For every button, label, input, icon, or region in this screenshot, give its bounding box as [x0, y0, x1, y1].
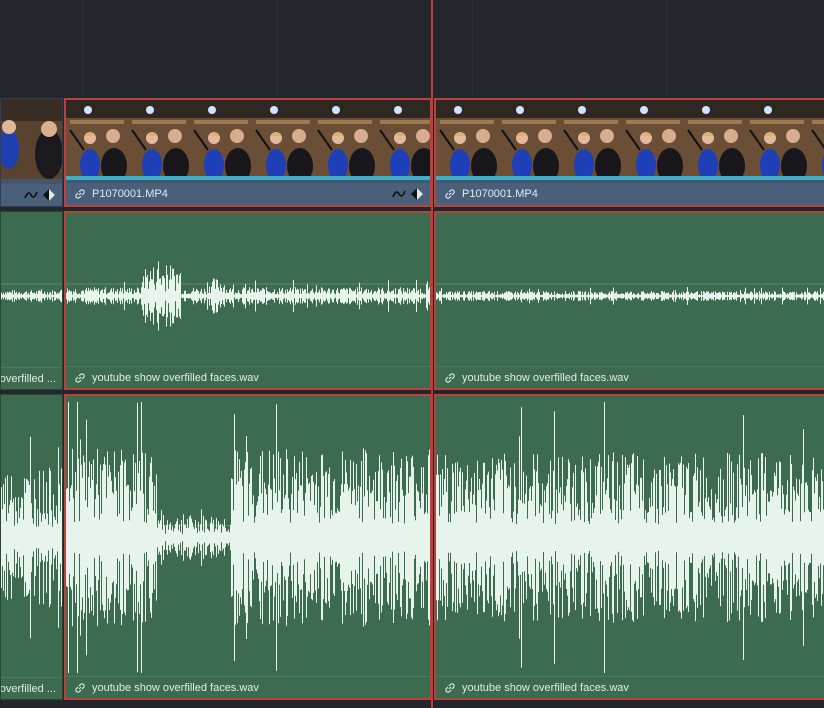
thumbnail-frame — [746, 100, 808, 180]
thumbnail-strip — [436, 100, 824, 180]
audio-clip-1[interactable]: youtube show overfilled faces.wav — [64, 394, 432, 700]
thumbnail-strip — [66, 100, 430, 180]
thumbnail-frame — [252, 100, 314, 180]
video-clip-footer — [1, 184, 62, 206]
keyframe-diamond-icon[interactable] — [410, 187, 424, 201]
clip-name: youtube show overfilled faces.wav — [92, 682, 259, 694]
link-icon — [75, 373, 85, 383]
video-thumbnails — [436, 100, 824, 180]
audio-waveform — [66, 261, 430, 331]
thumbnail-frame — [128, 100, 190, 180]
thumbnail-frame — [436, 100, 498, 180]
curve-icon[interactable] — [392, 187, 406, 201]
clip-name: overfilled ... — [0, 683, 56, 695]
audio-clip-footer: youtube show overfilled faces.wav — [66, 676, 430, 698]
link-icon — [445, 373, 455, 383]
link-icon — [75, 683, 85, 693]
link-icon — [445, 683, 455, 693]
clip-name: youtube show overfilled faces.wav — [462, 372, 629, 384]
clip-name: youtube show overfilled faces.wav — [462, 682, 629, 694]
audio-clip-1[interactable]: youtube show overfilled faces.wav — [64, 211, 432, 390]
thumbnail-frame — [498, 100, 560, 180]
link-icon — [445, 189, 455, 199]
audio-clip-partial[interactable]: overfilled ... — [0, 394, 63, 700]
thumbnail-frame — [684, 100, 746, 180]
audio-waveform — [1, 436, 62, 639]
audio-waveform — [436, 402, 824, 673]
audio-clip-footer: youtube show overfilled faces.wav — [436, 676, 824, 698]
keyframe-diamond-icon[interactable] — [42, 188, 56, 202]
audio-clip-2[interactable]: youtube show overfilled faces.wav — [434, 211, 824, 390]
audio-clip-footer: youtube show overfilled faces.wav — [66, 366, 430, 388]
audio-clip-2[interactable]: youtube show overfilled faces.wav — [434, 394, 824, 700]
thumbnail-frame — [622, 100, 684, 180]
video-clip-partial[interactable] — [0, 98, 63, 207]
audio-waveform — [1, 283, 62, 303]
thumbnail-frame — [314, 100, 376, 180]
thumbnail-frame — [66, 100, 128, 180]
audio-clip-footer: youtube show overfilled faces.wav — [436, 366, 824, 388]
audio-waveform — [436, 283, 824, 305]
clip-name: P1070001.MP4 — [462, 188, 538, 200]
clip-name: overfilled ... — [0, 373, 56, 385]
thumbnail-frame — [808, 100, 824, 180]
video-clip-footer: P1070001.MP4 — [66, 183, 430, 205]
audio-clip-footer: overfilled ... — [1, 367, 62, 389]
playhead[interactable] — [431, 0, 433, 708]
clip-name: youtube show overfilled faces.wav — [92, 372, 259, 384]
thumbnail-frame — [376, 100, 430, 180]
video-thumbnails — [1, 99, 62, 179]
video-clip-1[interactable]: P1070001.MP4 — [64, 98, 432, 207]
audio-clip-footer: overfilled ... — [1, 677, 62, 699]
clip-name: P1070001.MP4 — [92, 188, 168, 200]
curve-icon[interactable] — [24, 188, 38, 202]
thumbnail-strip — [1, 99, 62, 179]
audio-clip-partial[interactable]: overfilled ... — [0, 211, 63, 390]
video-clip-2[interactable]: P1070001.MP4 — [434, 98, 824, 207]
video-clip-footer: P1070001.MP4 — [436, 183, 824, 205]
link-icon — [75, 189, 85, 199]
audio-waveform — [66, 402, 430, 673]
thumbnail-frame — [190, 100, 252, 180]
video-thumbnails — [66, 100, 430, 180]
thumbnail-frame — [560, 100, 622, 180]
